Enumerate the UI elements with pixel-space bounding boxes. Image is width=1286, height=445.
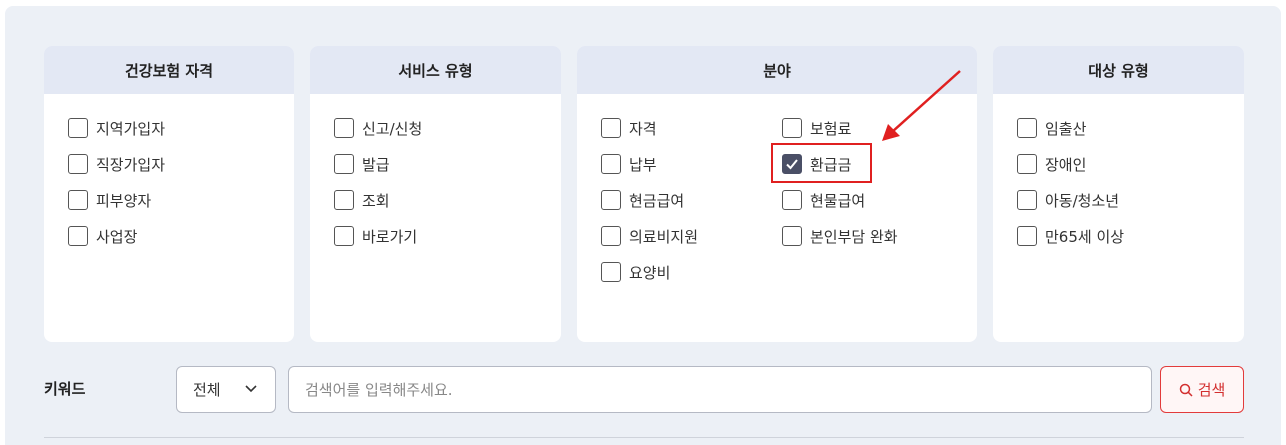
checkbox[interactable]	[1017, 118, 1037, 138]
option-label: 피부양자	[96, 191, 152, 210]
option-label: 보험료	[810, 119, 852, 138]
checkbox-option[interactable]: 현금급여	[601, 189, 684, 211]
checkbox-option[interactable]: 발급	[334, 153, 390, 175]
scope-select-value: 전체	[193, 381, 221, 399]
checkbox[interactable]	[1017, 226, 1037, 246]
checkbox-option[interactable]: 임출산	[1017, 117, 1086, 139]
target-type-panel-title: 대상 유형	[993, 46, 1244, 94]
checkbox-option[interactable]: 피부양자	[68, 189, 151, 211]
checkbox[interactable]	[334, 154, 354, 174]
checkbox-option[interactable]: 자격	[601, 117, 657, 139]
checkbox-option[interactable]: 본인부담 완화	[782, 225, 898, 247]
option-label: 납부	[629, 155, 657, 174]
checkbox[interactable]	[601, 226, 621, 246]
option-label: 요양비	[629, 263, 671, 282]
checkbox-option[interactable]: 바로가기	[334, 225, 417, 247]
search-button[interactable]: 검색	[1160, 366, 1244, 413]
option-label: 의료비지원	[629, 227, 699, 246]
option-label: 현금급여	[629, 191, 685, 210]
checkbox-option[interactable]: 조회	[334, 189, 390, 211]
search-button-label: 검색	[1197, 381, 1226, 399]
option-label: 사업장	[96, 227, 138, 246]
option-label: 임출산	[1045, 119, 1087, 138]
checkbox[interactable]	[601, 154, 621, 174]
checkbox[interactable]	[334, 190, 354, 210]
eligibility-panel-title: 건강보험 자격	[44, 46, 294, 94]
option-label: 본인부담 완화	[810, 227, 898, 246]
option-label: 조회	[362, 191, 390, 210]
checkbox-option[interactable]: 현물급여	[782, 189, 865, 211]
scope-select[interactable]: 전체	[176, 366, 276, 413]
option-label: 직장가입자	[96, 155, 166, 174]
checkbox[interactable]	[782, 118, 802, 138]
checkbox-option[interactable]: 만65세 이상	[1017, 225, 1124, 247]
chevron-down-icon	[245, 385, 257, 393]
keyword-label: 키워드	[44, 380, 86, 398]
keyword-search-input[interactable]	[288, 366, 1152, 413]
checkbox-option[interactable]: 보험료	[782, 117, 851, 139]
checkbox[interactable]	[601, 118, 621, 138]
checkbox[interactable]	[1017, 154, 1037, 174]
option-label: 바로가기	[362, 227, 418, 246]
checkbox[interactable]	[68, 190, 88, 210]
checkbox-option[interactable]: 납부	[601, 153, 657, 175]
checkbox[interactable]	[334, 226, 354, 246]
annotation-highlight-box	[771, 143, 872, 183]
checkbox-option[interactable]: 신고/신청	[334, 117, 422, 139]
option-label: 발급	[362, 155, 390, 174]
option-label: 신고/신청	[362, 119, 423, 138]
checkbox[interactable]	[782, 226, 802, 246]
service-type-panel-title: 서비스 유형	[310, 46, 561, 94]
checkbox-option[interactable]: 아동/청소년	[1017, 189, 1119, 211]
option-label: 자격	[629, 119, 657, 138]
checkbox[interactable]	[68, 118, 88, 138]
checkbox[interactable]	[782, 190, 802, 210]
search-icon	[1179, 383, 1193, 397]
option-label: 장애인	[1045, 155, 1087, 174]
annotation-arrow-icon	[882, 70, 961, 141]
option-label: 아동/청소년	[1045, 191, 1120, 210]
checkbox-option[interactable]: 지역가입자	[68, 117, 165, 139]
checkbox[interactable]	[601, 190, 621, 210]
checkbox[interactable]	[68, 154, 88, 174]
divider	[44, 437, 1244, 438]
option-label: 현물급여	[810, 191, 866, 210]
checkbox[interactable]	[1017, 190, 1037, 210]
checkbox-option[interactable]: 장애인	[1017, 153, 1086, 175]
option-label: 지역가입자	[96, 119, 166, 138]
checkbox[interactable]	[68, 226, 88, 246]
checkbox-option[interactable]: 요양비	[601, 261, 670, 283]
checkbox-option[interactable]: 의료비지원	[601, 225, 698, 247]
checkbox[interactable]	[601, 262, 621, 282]
checkbox[interactable]	[334, 118, 354, 138]
checkbox-option[interactable]: 직장가입자	[68, 153, 165, 175]
checkbox-option[interactable]: 사업장	[68, 225, 137, 247]
option-label: 만65세 이상	[1045, 227, 1125, 246]
